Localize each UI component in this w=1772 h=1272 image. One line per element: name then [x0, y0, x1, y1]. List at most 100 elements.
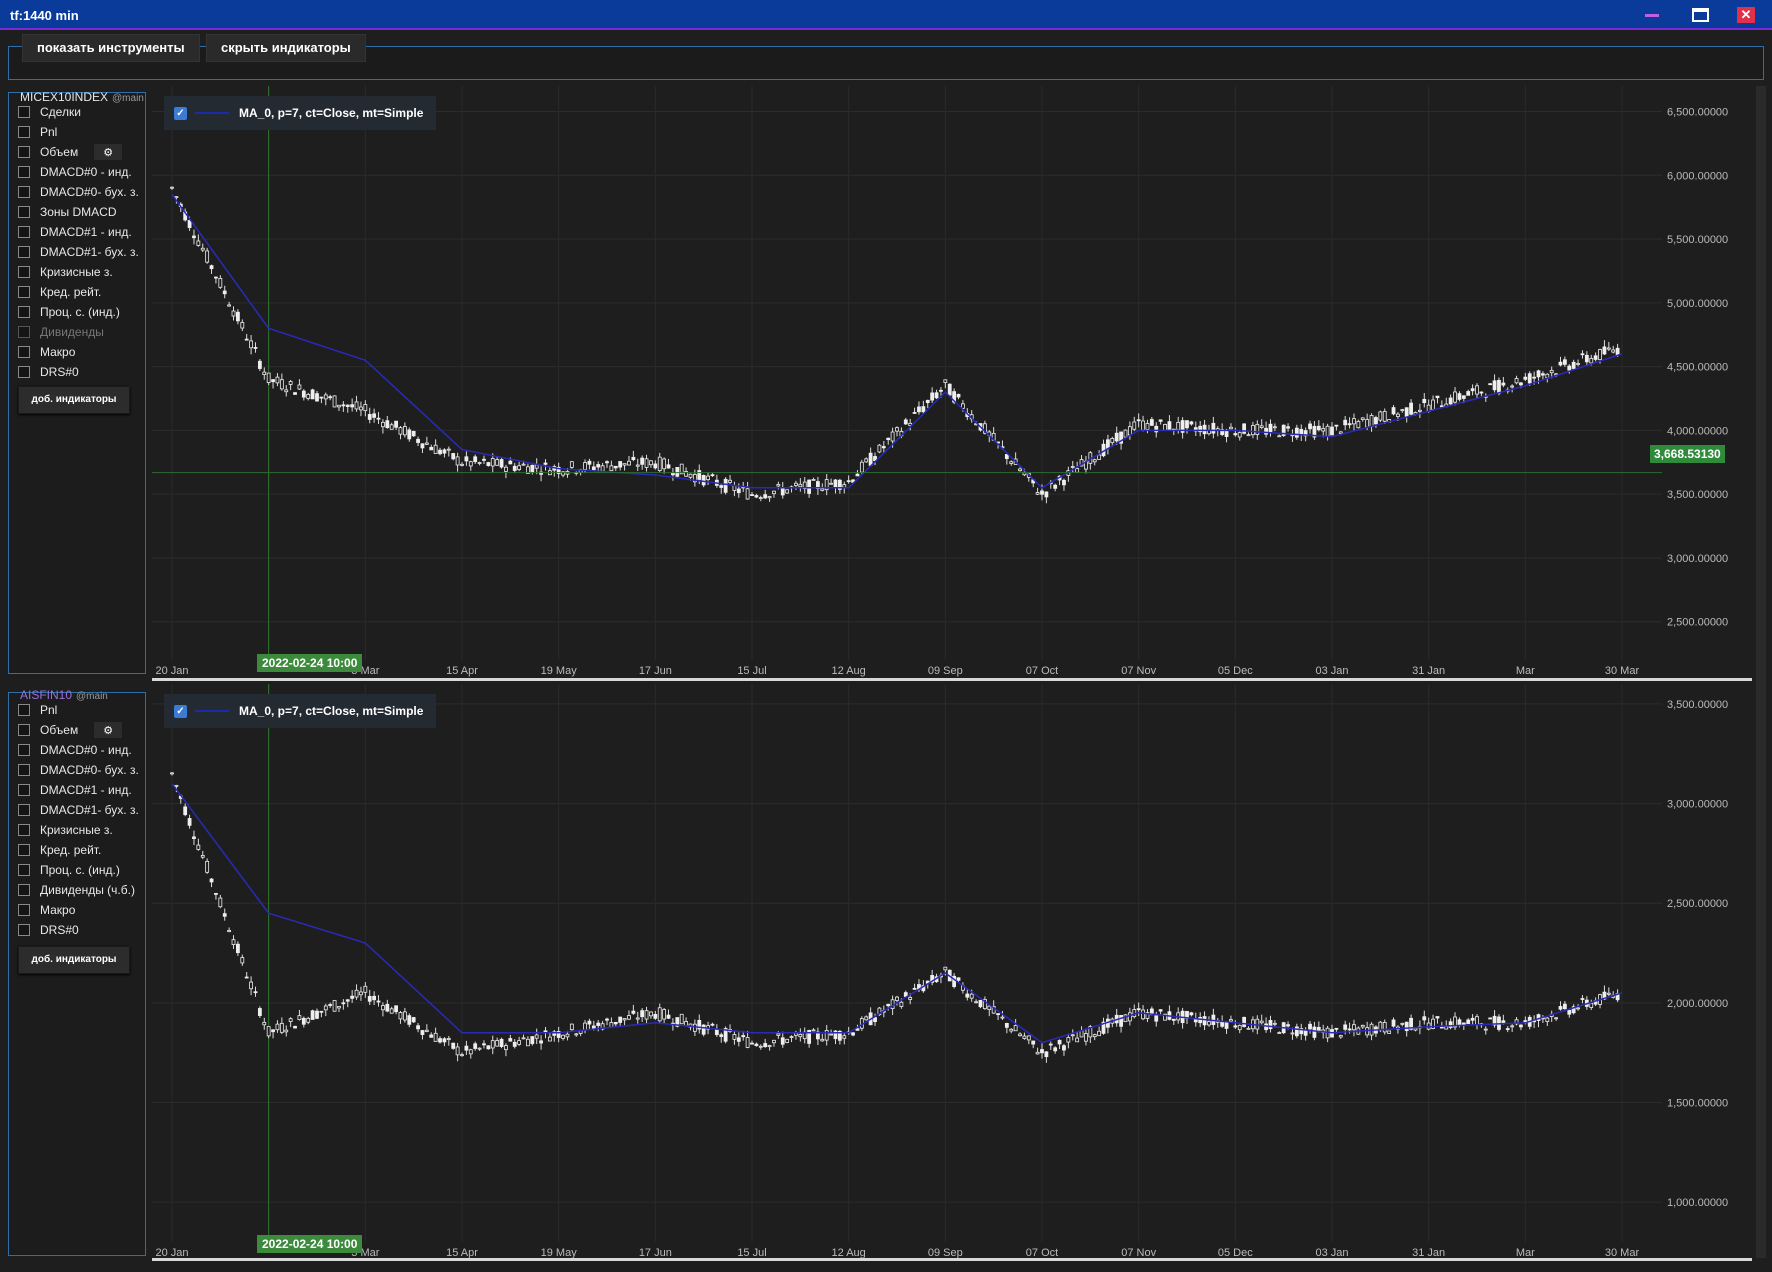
- checkbox[interactable]: [18, 186, 30, 198]
- candle-body: [1158, 419, 1163, 422]
- vertical-scrollbar[interactable]: [1756, 86, 1766, 1258]
- checkbox[interactable]: [18, 266, 30, 278]
- candle-body: [1360, 417, 1365, 420]
- candle-body: [1413, 1027, 1418, 1031]
- x-tick-label: 05 Dec: [1218, 665, 1253, 677]
- checkbox[interactable]: [18, 346, 30, 358]
- candle-body: [455, 456, 460, 466]
- candle-body: [416, 1025, 420, 1030]
- checkbox[interactable]: [18, 804, 30, 816]
- indicator-checkbox-row[interactable]: DRS#0: [18, 363, 79, 381]
- indicator-checkbox-row[interactable]: Объем ⚙: [18, 721, 123, 739]
- checkbox[interactable]: [18, 844, 30, 856]
- indicator-checkbox-row[interactable]: DMACD#1 - инд.: [18, 781, 132, 799]
- candle-body: [618, 1016, 623, 1023]
- indicator-checkbox-row[interactable]: DMACD#1- бух. з.: [18, 243, 139, 261]
- x-tick-label: 07 Nov: [1121, 665, 1156, 677]
- checkbox[interactable]: [18, 764, 30, 776]
- candle-body: [363, 404, 368, 412]
- checkbox[interactable]: [18, 106, 30, 118]
- indicator-checkbox-row[interactable]: Зоны DMACD: [18, 203, 117, 221]
- candle-body: [438, 449, 442, 455]
- indicator-checkbox-row[interactable]: DRS#0: [18, 921, 79, 939]
- checkbox[interactable]: [18, 864, 30, 876]
- checkbox[interactable]: [18, 226, 30, 238]
- checkbox[interactable]: [18, 366, 30, 378]
- candle-body: [490, 458, 495, 467]
- checkbox[interactable]: [18, 744, 30, 756]
- checkbox[interactable]: [18, 724, 30, 736]
- indicator-checkbox-row[interactable]: DMACD#0- бух. з.: [18, 761, 139, 779]
- indicator-checkbox-row[interactable]: Кризисные з.: [18, 263, 113, 281]
- indicator-checkbox-row[interactable]: Кред. рейт.: [18, 283, 101, 301]
- candle-body: [468, 1049, 473, 1055]
- candle-body: [389, 1008, 394, 1014]
- candle-body: [271, 379, 275, 383]
- checkbox[interactable]: [18, 146, 30, 158]
- chart-svg-2[interactable]: 3,500.00000 3,000.00000 2,500.00000 2,000.0…: [152, 684, 1752, 1260]
- checkbox[interactable]: [18, 306, 30, 318]
- indicator-checkbox-row[interactable]: Кризисные з.: [18, 821, 113, 839]
- indicator-checkbox-row[interactable]: DMACD#0 - инд.: [18, 741, 132, 759]
- checkbox[interactable]: [18, 206, 30, 218]
- indicator-checkbox-row[interactable]: DMACD#0 - инд.: [18, 163, 132, 181]
- candle-body: [846, 480, 851, 483]
- candle-body: [244, 338, 249, 341]
- indicator-checkbox-row[interactable]: Объем ⚙: [18, 143, 123, 161]
- candle-body: [196, 844, 201, 850]
- candle-body: [1277, 435, 1282, 438]
- maximize-icon[interactable]: [1690, 6, 1710, 24]
- checkbox[interactable]: [18, 286, 30, 298]
- candle-body: [1545, 373, 1550, 379]
- indicator-checkbox-row[interactable]: Проц. с. (инд.): [18, 303, 120, 321]
- crosshair-date-badge: 2022-02-24 10:00: [257, 1235, 363, 1253]
- checkbox[interactable]: [18, 326, 30, 338]
- checkbox[interactable]: [18, 924, 30, 936]
- candle-body: [231, 939, 236, 946]
- gear-icon[interactable]: ⚙: [94, 144, 123, 160]
- checkbox[interactable]: [18, 784, 30, 796]
- add-indicators-button[interactable]: доб. индикаторы: [18, 946, 130, 974]
- bottom-scrollbar[interactable]: [152, 1258, 1752, 1261]
- hide-indicators-button[interactable]: скрыть индикаторы: [206, 34, 366, 62]
- add-indicators-button[interactable]: доб. индикаторы: [18, 386, 130, 414]
- checkbox[interactable]: [18, 824, 30, 836]
- legend-check-icon[interactable]: ✓: [174, 704, 187, 718]
- indicator-checkbox-row[interactable]: Макро: [18, 901, 75, 919]
- indicator-checkbox-row[interactable]: Pnl: [18, 701, 57, 719]
- candle-body: [1022, 1035, 1027, 1039]
- checkbox[interactable]: [18, 704, 30, 716]
- gear-icon[interactable]: ⚙: [94, 722, 123, 738]
- indicator-checkbox-row[interactable]: Дивиденды (ч.б.): [18, 881, 135, 899]
- indicator-checkbox-row[interactable]: DMACD#0- бух. з.: [18, 183, 139, 201]
- candle-body: [1457, 393, 1462, 400]
- indicator-checkbox-row[interactable]: DMACD#1- бух. з.: [18, 801, 139, 819]
- candle-body: [750, 494, 754, 497]
- checkbox[interactable]: [18, 126, 30, 138]
- candle-body: [1224, 1021, 1229, 1029]
- price-chart-2[interactable]: 3,500.00000 3,000.00000 2,500.00000 2,000.0…: [152, 684, 1752, 1260]
- checkbox[interactable]: [18, 904, 30, 916]
- minimize-icon[interactable]: [1642, 6, 1662, 24]
- indicator-checkbox-row[interactable]: Сделки: [18, 103, 81, 121]
- chart-svg-1[interactable]: 6,500.00000 6,000.00000 5,500.00000 5,000.0…: [152, 86, 1752, 678]
- checkbox[interactable]: [18, 166, 30, 178]
- legend-check-icon[interactable]: ✓: [174, 106, 187, 120]
- indicator-checkbox-row[interactable]: Кред. рейт.: [18, 841, 101, 859]
- price-chart-1[interactable]: 6,500.00000 6,000.00000 5,500.00000 5,000.0…: [152, 86, 1752, 678]
- indicator-checkbox-row[interactable]: DMACD#1 - инд.: [18, 223, 132, 241]
- indicator-checkbox-row[interactable]: Pnl: [18, 123, 57, 141]
- candle-body: [1110, 438, 1115, 444]
- candle-body: [1242, 1016, 1247, 1027]
- indicator-checkbox-row[interactable]: Дивиденды: [18, 323, 104, 341]
- indicator-label: Объем: [40, 723, 79, 737]
- close-icon[interactable]: ✕: [1737, 7, 1755, 23]
- candle-body: [1584, 354, 1589, 363]
- indicator-checkbox-row[interactable]: Проц. с. (инд.): [18, 861, 120, 879]
- indicator-checkbox-row[interactable]: Макро: [18, 343, 75, 361]
- checkbox[interactable]: [18, 246, 30, 258]
- checkbox[interactable]: [18, 884, 30, 896]
- pane-divider[interactable]: [152, 678, 1752, 681]
- show-instruments-button[interactable]: показать инструменты: [22, 34, 200, 62]
- candle-body: [310, 389, 315, 400]
